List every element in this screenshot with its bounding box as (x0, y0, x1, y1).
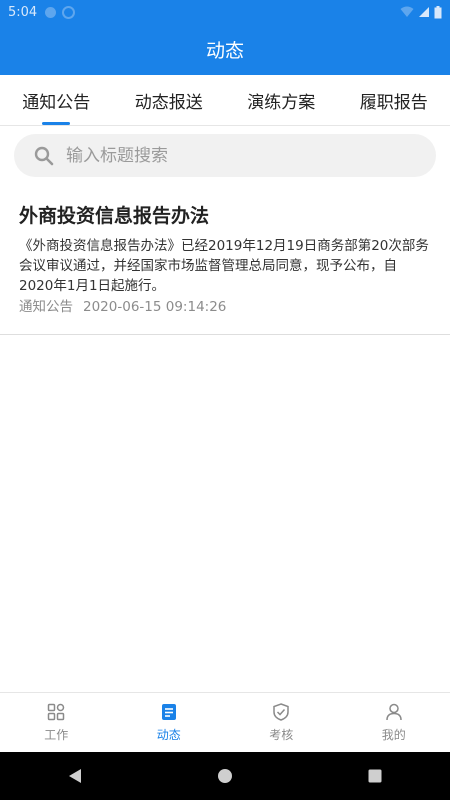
tab-label: 演练方案 (247, 92, 316, 113)
nav-label: 考核 (269, 727, 294, 742)
tab-duty-reports[interactable]: 履职报告 (338, 75, 450, 125)
article-meta: 通知公告 2020-06-15 09:14:26 (19, 297, 431, 317)
home-circle-icon (218, 769, 232, 783)
article-summary: 《外商投资信息报告办法》已经2019年12月19日商务部第20次部务会议审议通过… (19, 238, 429, 294)
article-title: 外商投资信息报告办法 (19, 205, 210, 227)
person-icon (386, 703, 402, 720)
nav-item-assessment[interactable]: 考核 (225, 693, 338, 752)
search-input[interactable] (64, 144, 398, 167)
search-bar[interactable] (14, 134, 436, 177)
page-title: 动态 (205, 40, 244, 62)
grid-icon (48, 703, 65, 720)
nav-item-news[interactable]: 动态 (113, 693, 226, 752)
recents-button[interactable] (355, 756, 395, 796)
article-category: 通知公告 (19, 299, 73, 315)
notification-icon (45, 6, 57, 18)
nav-label: 动态 (156, 727, 181, 742)
tab-label: 动态报送 (134, 92, 203, 113)
nav-label: 工作 (44, 727, 69, 742)
tab-drill-plans[interactable]: 演练方案 (225, 75, 338, 125)
tab-label: 通知公告 (22, 92, 91, 113)
tab-bar: 通知公告 动态报送 演练方案 履职报告 (0, 75, 450, 126)
status-bar: 5:04 (0, 0, 450, 24)
back-triangle-icon (69, 769, 81, 783)
tab-label: 履职报告 (359, 92, 428, 113)
app-bar: 动态 (0, 24, 450, 75)
article-date: 2020-06-15 09:14:26 (83, 299, 227, 315)
search-icon (34, 146, 54, 165)
status-time: 5:04 (8, 4, 38, 20)
wifi-icon (400, 6, 414, 17)
shield-check-icon (273, 702, 289, 721)
signal-icon (419, 7, 429, 17)
list-item[interactable]: 外商投资信息报告办法 《外商投资信息报告办法》已经2019年12月19日商务部第… (0, 196, 450, 335)
back-button[interactable] (55, 756, 95, 796)
bottom-nav: 工作 动态 考核 我的 (0, 692, 450, 752)
sync-icon (62, 5, 76, 19)
system-nav-bar (0, 752, 450, 800)
nav-item-work[interactable]: 工作 (0, 693, 113, 752)
battery-icon (434, 5, 442, 18)
tab-news-report[interactable]: 动态报送 (113, 75, 226, 125)
recents-square-icon (368, 769, 382, 783)
nav-item-mine[interactable]: 我的 (338, 693, 450, 752)
nav-label: 我的 (381, 727, 406, 742)
document-icon (161, 703, 176, 720)
tab-notices[interactable]: 通知公告 (0, 75, 113, 125)
home-button[interactable] (205, 756, 245, 796)
